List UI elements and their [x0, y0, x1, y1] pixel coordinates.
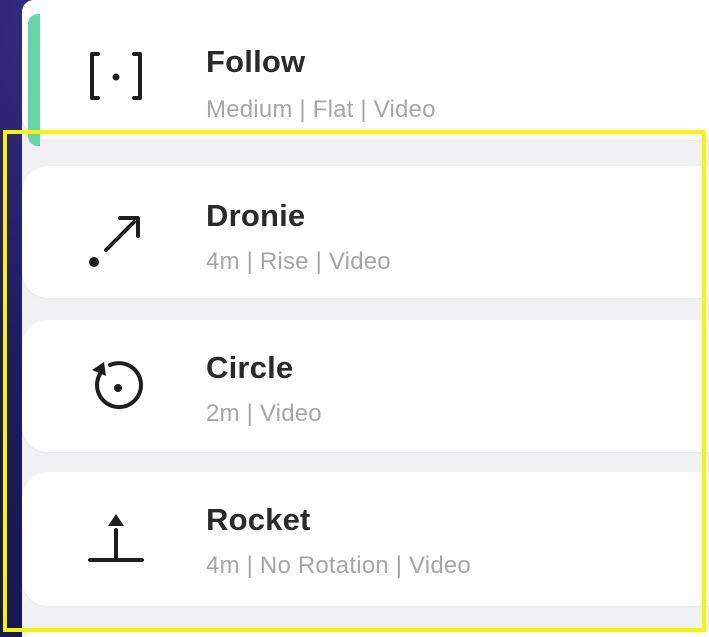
- mode-title: Dronie: [206, 198, 306, 233]
- mode-subtitle: 2m | Video: [206, 400, 322, 427]
- dronie-arrow-icon: [80, 204, 152, 276]
- mode-item-follow[interactable]: Follow Medium | Flat | Video: [22, 0, 709, 140]
- mode-title: Circle: [206, 350, 294, 385]
- mode-item-circle[interactable]: Circle 2m | Video: [22, 320, 709, 452]
- flight-mode-list: Follow Medium | Flat | Video Dronie 4m |…: [22, 0, 709, 637]
- selected-indicator: [28, 14, 40, 146]
- mode-item-rocket[interactable]: Rocket 4m | No Rotation | Video: [22, 472, 709, 606]
- circle-orbit-icon: [80, 348, 152, 420]
- mode-subtitle: 4m | No Rotation | Video: [206, 552, 471, 579]
- follow-bracket-icon: [80, 40, 152, 112]
- mode-subtitle: 4m | Rise | Video: [206, 248, 391, 275]
- mode-subtitle: Medium | Flat | Video: [206, 96, 436, 123]
- mode-item-dronie[interactable]: Dronie 4m | Rise | Video: [22, 166, 709, 298]
- mode-item-next[interactable]: [22, 628, 709, 637]
- mode-title: Rocket: [206, 502, 311, 537]
- mode-title: Follow: [206, 44, 306, 79]
- rocket-up-icon: [80, 506, 152, 578]
